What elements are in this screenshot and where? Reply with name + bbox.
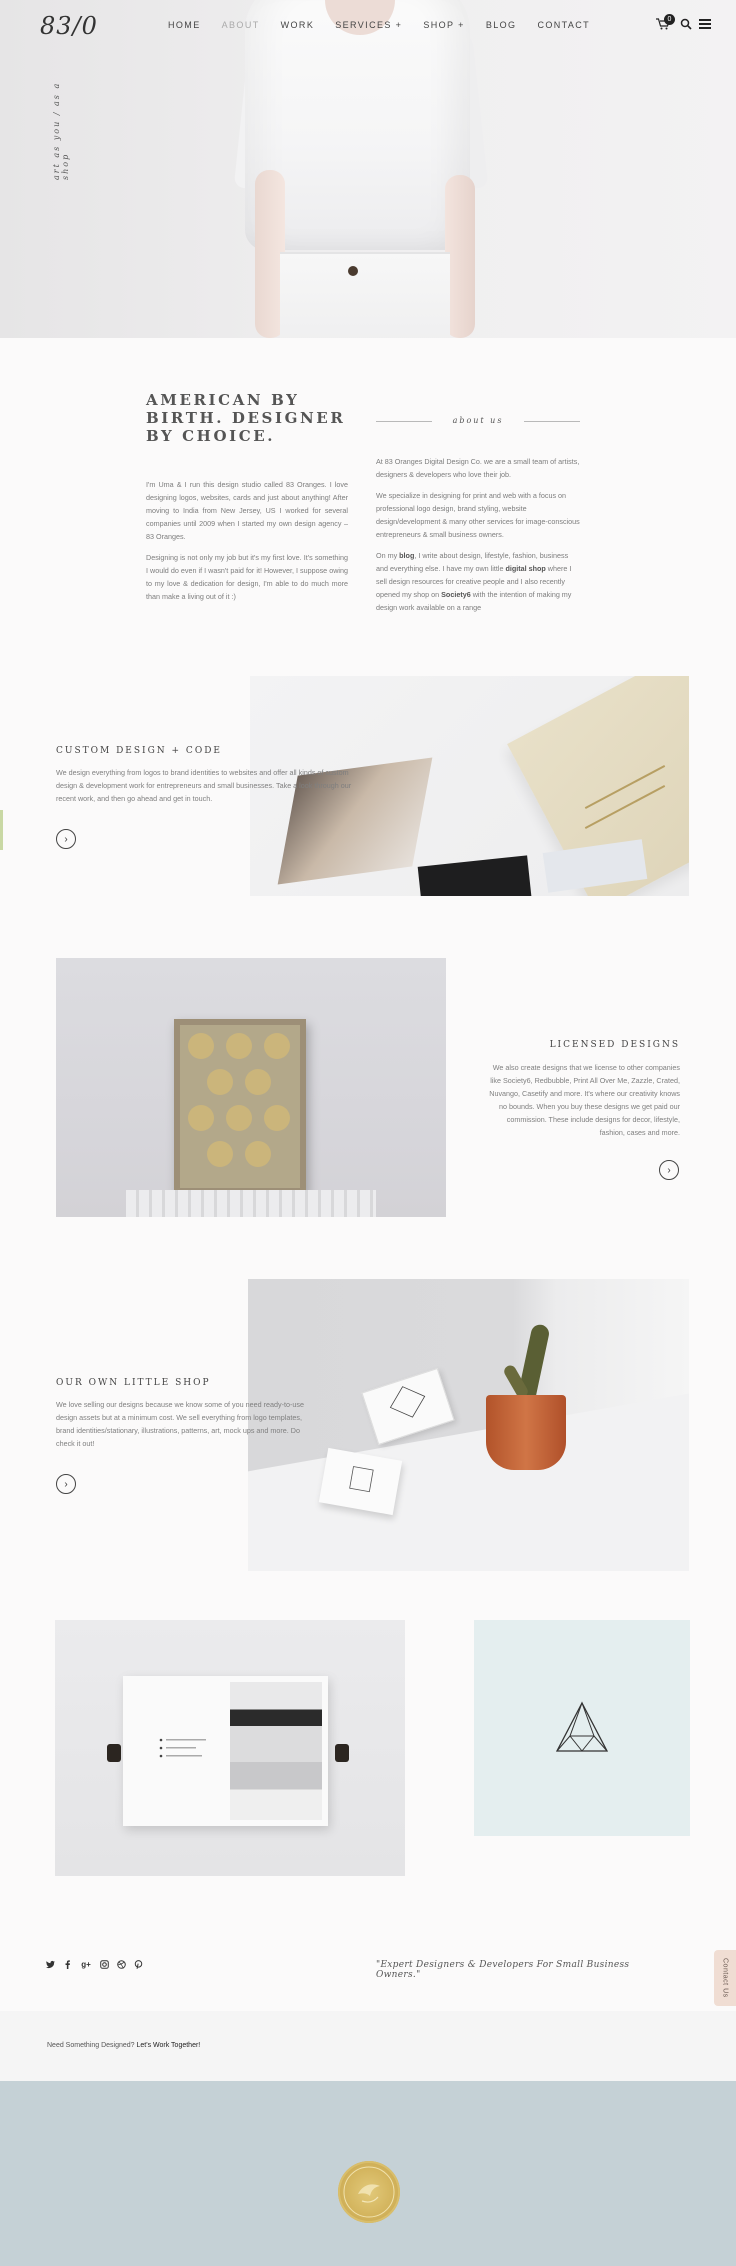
cart-count-badge: 0 xyxy=(664,14,675,25)
nav-services[interactable]: SERVICES + xyxy=(335,20,402,30)
binder-clip xyxy=(335,1744,349,1762)
frame-dot xyxy=(188,1105,214,1131)
chevron-right-icon: › xyxy=(64,1478,68,1490)
terracotta-pot xyxy=(486,1395,566,1470)
about-right-column: At 83 Oranges Digital Design Co. we are … xyxy=(376,455,580,622)
about-paragraph: Designing is not only my job but it's my… xyxy=(146,553,348,601)
shop-image xyxy=(248,1279,689,1571)
nav-contact[interactable]: CONTACT xyxy=(537,20,590,30)
service-text: We design everything from logos to brand… xyxy=(56,768,352,803)
brochure-image xyxy=(55,1620,405,1876)
hamburger-menu-icon[interactable] xyxy=(699,18,711,30)
facebook-icon[interactable] xyxy=(63,1960,72,1970)
service-arrow-button[interactable]: › xyxy=(56,1474,76,1494)
google-plus-icon[interactable]: g+ xyxy=(80,1960,92,1970)
service-title: CUSTOM DESIGN + CODE xyxy=(56,746,222,756)
text-span: On my xyxy=(376,551,400,560)
hero-image xyxy=(0,0,736,338)
dribbble-icon[interactable] xyxy=(117,1960,126,1970)
service-arrow-button[interactable]: › xyxy=(56,829,76,849)
polka-dot-frame xyxy=(174,1019,306,1194)
black-card xyxy=(417,855,533,896)
hero-pants xyxy=(280,252,450,338)
pinterest-icon[interactable] xyxy=(134,1960,143,1970)
nav-work[interactable]: WORK xyxy=(281,20,315,30)
about-divider-left xyxy=(376,421,432,422)
blog-link[interactable]: blog xyxy=(399,551,414,560)
nav-shop[interactable]: SHOP + xyxy=(423,20,465,30)
nav-home[interactable]: HOME xyxy=(168,20,201,30)
cta-text: Need Something Designed? Let's Work Toge… xyxy=(47,2042,200,2049)
hero-button xyxy=(348,266,358,276)
footer-tagline: "Expert Designers & Developers For Small… xyxy=(376,1960,630,1980)
social-icons: g+ xyxy=(46,1960,143,1970)
work-together-link[interactable]: Let's Work Together! xyxy=(137,2042,201,2049)
brochure-photo xyxy=(230,1682,322,1820)
brochure-list-lines xyxy=(159,1738,206,1758)
instagram-icon[interactable] xyxy=(100,1960,109,1970)
triangle-logo-icon xyxy=(555,1701,609,1752)
digital-shop-link[interactable]: digital shop xyxy=(505,564,545,573)
frame-dot xyxy=(207,1069,233,1095)
about-divider-right xyxy=(524,421,580,422)
licensed-designs-image xyxy=(56,958,446,1217)
about-us-label: about us xyxy=(452,416,504,425)
about-left-column: I'm Uma & I run this design studio calle… xyxy=(146,478,348,611)
frame-dot xyxy=(245,1069,271,1095)
service-title: LICENSED DESIGNS xyxy=(549,1040,680,1050)
site-logo[interactable]: 83/0 xyxy=(40,12,98,40)
chevron-right-icon: › xyxy=(64,833,68,845)
search-icon[interactable] xyxy=(680,18,692,30)
about-paragraph: We specialize in designing for print and… xyxy=(376,491,580,539)
about-paragraph: At 83 Oranges Digital Design Co. we are … xyxy=(376,457,580,479)
society6-link[interactable]: Society6 xyxy=(441,590,471,599)
binder-clip xyxy=(107,1744,121,1762)
frame-dot xyxy=(264,1105,290,1131)
hero-side-text: art as you / as a shop xyxy=(52,81,70,180)
service-title: OUR OWN LITTLE SHOP xyxy=(56,1378,211,1388)
frame-dot xyxy=(226,1105,252,1131)
cta-prefix: Need Something Designed? xyxy=(47,2042,137,2049)
service-arrow-button[interactable]: › xyxy=(659,1160,679,1180)
gold-seal-logo[interactable] xyxy=(338,2161,400,2223)
about-paragraph: I'm Uma & I run this design studio calle… xyxy=(146,480,348,541)
nav-about[interactable]: ABOUT xyxy=(222,20,260,30)
twitter-icon[interactable] xyxy=(46,1960,55,1970)
frame-dot xyxy=(264,1033,290,1059)
service-text: We love selling our designs because we k… xyxy=(56,1400,304,1448)
frame-dot xyxy=(207,1141,233,1167)
about-title: AMERICAN BY BIRTH. DESIGNER BY CHOICE. xyxy=(146,391,346,445)
main-nav: HOME ABOUT WORK SERVICES + SHOP + BLOG C… xyxy=(168,20,611,30)
frame-dot xyxy=(226,1033,252,1059)
frame-dot xyxy=(188,1033,214,1059)
garden-logo-icon xyxy=(389,1386,426,1418)
garden-card xyxy=(361,1367,455,1446)
logo-tile xyxy=(474,1620,690,1836)
radiator xyxy=(126,1190,376,1217)
service-text: We also create designs that we license t… xyxy=(489,1063,680,1137)
nav-blog[interactable]: BLOG xyxy=(486,20,517,30)
contact-us-tab[interactable]: Contact Us xyxy=(714,1950,736,2006)
frame-dot xyxy=(245,1141,271,1167)
table-surface xyxy=(248,1383,689,1571)
side-accent-mark xyxy=(0,810,3,850)
seal-emblem-icon xyxy=(343,2166,395,2218)
chevron-right-icon: › xyxy=(667,1164,671,1176)
about-paragraph: On my blog, I write about design, lifest… xyxy=(376,549,580,614)
